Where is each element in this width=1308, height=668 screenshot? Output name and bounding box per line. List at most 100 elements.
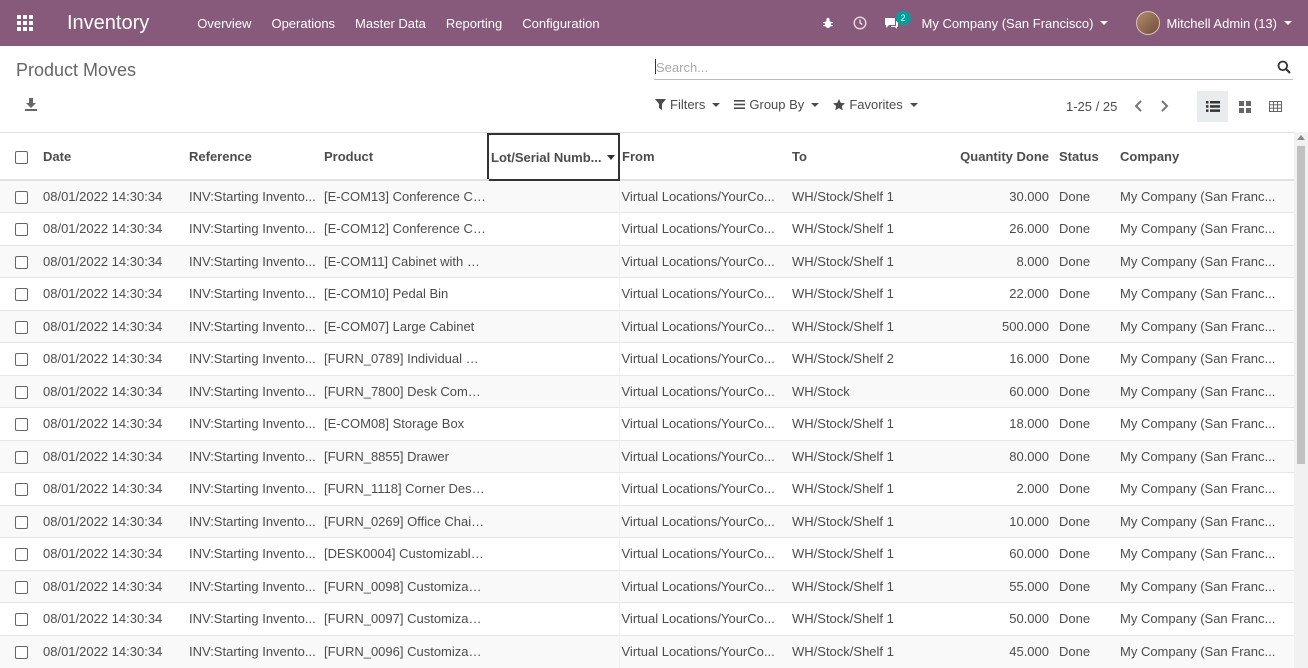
cell-qty[interactable]: 55.000 (956, 569, 1057, 603)
cell-company[interactable]: My Company (San Franc... (1118, 374, 1294, 408)
cell-status[interactable]: Done (1057, 277, 1118, 310)
cell-from[interactable]: Virtual Locations/YourCo... (618, 342, 790, 375)
cell-status[interactable]: Done (1057, 407, 1118, 440)
cell-product[interactable]: [FURN_7800] Desk Combi... (322, 374, 488, 408)
pivot-view-button[interactable] (1260, 91, 1291, 122)
cell-date[interactable]: 08/01/2022 14:30:34 (41, 602, 187, 635)
cell-qty[interactable]: 10.000 (956, 504, 1057, 538)
cell-product[interactable]: [E-COM13] Conference Ch... (322, 179, 488, 213)
cell-reference[interactable]: INV:Starting Invento... (187, 407, 322, 440)
cell-from[interactable]: Virtual Locations/YourCo... (618, 634, 790, 668)
cell-lot[interactable] (488, 472, 619, 505)
cell-company[interactable]: My Company (San Franc... (1118, 277, 1294, 310)
cell-status[interactable]: Done (1057, 244, 1118, 278)
pager-previous-button[interactable] (1128, 97, 1148, 115)
cell-date[interactable]: 08/01/2022 14:30:34 (41, 504, 187, 538)
table-row[interactable]: 08/01/2022 14:30:34 INV:Starting Invento.… (0, 277, 1294, 310)
table-row[interactable]: 08/01/2022 14:30:34 INV:Starting Invento.… (0, 179, 1294, 213)
menu-overview[interactable]: Overview (197, 16, 251, 31)
cell-lot[interactable] (488, 374, 619, 408)
cell-qty[interactable]: 50.000 (956, 602, 1057, 635)
cell-status[interactable]: Done (1057, 309, 1118, 343)
cell-product[interactable]: [FURN_1118] Corner Desk ... (322, 472, 488, 505)
cell-to[interactable]: WH/Stock/Shelf 1 (790, 569, 956, 603)
list-view-button[interactable] (1197, 91, 1228, 122)
cell-company[interactable]: My Company (San Franc... (1118, 309, 1294, 343)
cell-from[interactable]: Virtual Locations/YourCo... (618, 602, 790, 635)
cell-to[interactable]: WH/Stock/Shelf 1 (790, 244, 956, 278)
cell-company[interactable]: My Company (San Franc... (1118, 569, 1294, 603)
cell-to[interactable]: WH/Stock/Shelf 1 (790, 602, 956, 635)
cell-lot[interactable] (488, 537, 619, 570)
row-checkbox[interactable] (15, 353, 28, 367)
favorites-dropdown[interactable]: Favorites (833, 97, 918, 112)
row-checkbox[interactable] (15, 548, 28, 562)
cell-qty[interactable]: 2.000 (956, 472, 1057, 505)
cell-to[interactable]: WH/Stock (790, 374, 956, 408)
row-checkbox[interactable] (15, 320, 28, 334)
filters-dropdown[interactable]: Filters (655, 97, 721, 112)
kanban-view-button[interactable] (1229, 91, 1260, 122)
cell-from[interactable]: Virtual Locations/YourCo... (618, 407, 790, 440)
cell-product[interactable]: [E-COM08] Storage Box (322, 407, 488, 440)
menu-configuration[interactable]: Configuration (522, 16, 599, 31)
column-header-reference[interactable]: Reference (187, 134, 322, 181)
cell-date[interactable]: 08/01/2022 14:30:34 (41, 634, 187, 668)
cell-company[interactable]: My Company (San Franc... (1118, 634, 1294, 668)
cell-lot[interactable] (488, 309, 619, 343)
cell-product[interactable]: [E-COM11] Cabinet with D... (322, 244, 488, 278)
cell-qty[interactable]: 30.000 (956, 179, 1057, 213)
cell-from[interactable]: Virtual Locations/YourCo... (618, 277, 790, 310)
table-row[interactable]: 08/01/2022 14:30:34 INV:Starting Invento.… (0, 537, 1294, 570)
cell-to[interactable]: WH/Stock/Shelf 1 (790, 439, 956, 473)
cell-company[interactable]: My Company (San Franc... (1118, 244, 1294, 278)
cell-product[interactable]: [FURN_0269] Office Chair ... (322, 504, 488, 538)
cell-to[interactable]: WH/Stock/Shelf 1 (790, 277, 956, 310)
cell-reference[interactable]: INV:Starting Invento... (187, 212, 322, 245)
cell-date[interactable]: 08/01/2022 14:30:34 (41, 212, 187, 245)
cell-qty[interactable]: 8.000 (956, 244, 1057, 278)
cell-status[interactable]: Done (1057, 212, 1118, 245)
cell-from[interactable]: Virtual Locations/YourCo... (618, 439, 790, 473)
column-header-to[interactable]: To (790, 134, 956, 181)
cell-qty[interactable]: 22.000 (956, 277, 1057, 310)
table-row[interactable]: 08/01/2022 14:30:34 INV:Starting Invento.… (0, 569, 1294, 603)
cell-date[interactable]: 08/01/2022 14:30:34 (41, 309, 187, 343)
cell-to[interactable]: WH/Stock/Shelf 1 (790, 634, 956, 668)
cell-to[interactable]: WH/Stock/Shelf 1 (790, 472, 956, 505)
pager-next-button[interactable] (1155, 97, 1175, 115)
row-checkbox[interactable] (15, 450, 28, 464)
cell-company[interactable]: My Company (San Franc... (1118, 439, 1294, 473)
cell-lot[interactable] (488, 504, 619, 538)
table-row[interactable]: 08/01/2022 14:30:34 INV:Starting Invento.… (0, 374, 1294, 408)
column-header-product[interactable]: Product (322, 134, 488, 181)
menu-reporting[interactable]: Reporting (446, 16, 502, 31)
row-checkbox[interactable] (15, 288, 28, 302)
cell-status[interactable]: Done (1057, 342, 1118, 375)
scroll-up-arrow-icon[interactable] (1297, 135, 1305, 140)
cell-reference[interactable]: INV:Starting Invento... (187, 472, 322, 505)
select-all-checkbox[interactable] (15, 151, 28, 165)
cell-from[interactable]: Virtual Locations/YourCo... (618, 179, 790, 213)
cell-lot[interactable] (488, 342, 619, 375)
row-checkbox[interactable] (15, 223, 28, 237)
cell-product[interactable]: [FURN_8855] Drawer (322, 439, 488, 473)
cell-qty[interactable]: 500.000 (956, 309, 1057, 343)
table-row[interactable]: 08/01/2022 14:30:34 INV:Starting Invento.… (0, 472, 1294, 505)
cell-date[interactable]: 08/01/2022 14:30:34 (41, 407, 187, 440)
cell-company[interactable]: My Company (San Franc... (1118, 602, 1294, 635)
cell-qty[interactable]: 60.000 (956, 374, 1057, 408)
cell-qty[interactable]: 16.000 (956, 342, 1057, 375)
cell-company[interactable]: My Company (San Franc... (1118, 212, 1294, 245)
cell-status[interactable]: Done (1057, 602, 1118, 635)
column-header-company[interactable]: Company (1118, 134, 1294, 181)
cell-lot[interactable] (488, 212, 619, 245)
column-header-from[interactable]: From (619, 134, 790, 181)
cell-qty[interactable]: 60.000 (956, 537, 1057, 570)
cell-lot[interactable] (488, 407, 619, 440)
table-row[interactable]: 08/01/2022 14:30:34 INV:Starting Invento.… (0, 342, 1294, 375)
cell-from[interactable]: Virtual Locations/YourCo... (618, 472, 790, 505)
cell-reference[interactable]: INV:Starting Invento... (187, 569, 322, 603)
table-row[interactable]: 08/01/2022 14:30:34 INV:Starting Invento.… (0, 212, 1294, 245)
user-menu[interactable]: Mitchell Admin (13) (1136, 11, 1292, 35)
